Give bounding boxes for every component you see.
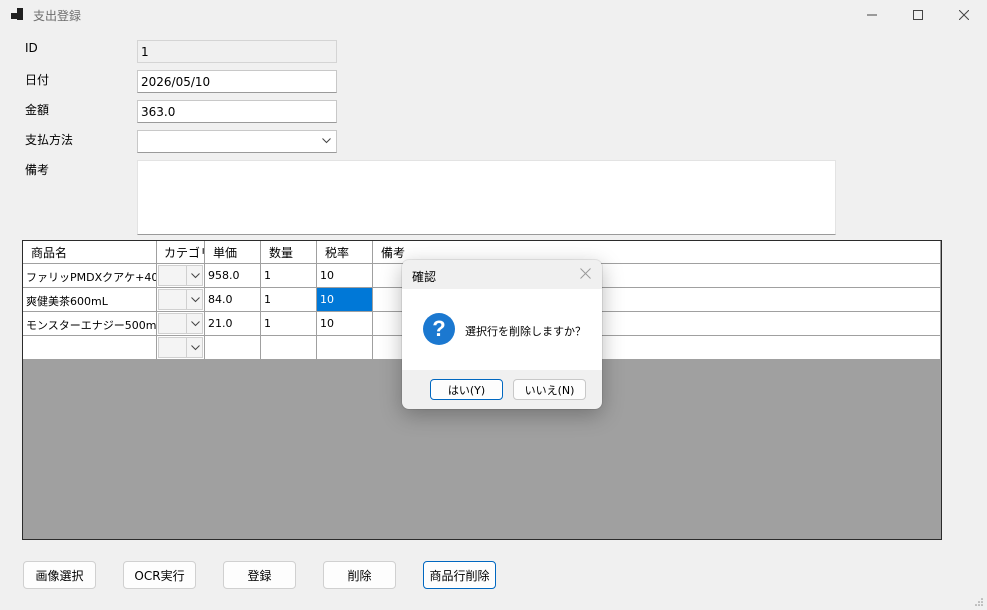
new-row-cell-category[interactable] xyxy=(157,336,205,360)
cell-price[interactable]: 958.0 xyxy=(205,264,261,288)
cell-price[interactable]: 21.0 xyxy=(205,312,261,336)
select-image-button[interactable]: 画像選択 xyxy=(23,561,96,589)
new-row-cell-tax[interactable] xyxy=(317,336,373,360)
dialog-title: 確認 xyxy=(412,270,437,284)
cell-qty[interactable]: 1 xyxy=(261,264,317,288)
chevron-down-icon xyxy=(191,297,200,303)
cell-name[interactable]: ファリッPMDXクアケ+40錠1 xyxy=(23,264,157,288)
run-ocr-button[interactable]: OCR実行 xyxy=(123,561,196,589)
new-row-cell-price[interactable] xyxy=(205,336,261,360)
dialog-no-button[interactable]: いいえ(N) xyxy=(513,379,586,400)
id-field[interactable]: 1 xyxy=(137,40,337,63)
payment-method-select[interactable] xyxy=(137,130,337,153)
cell-qty[interactable]: 1 xyxy=(261,312,317,336)
cell-qty[interactable]: 1 xyxy=(261,288,317,312)
cell-tax[interactable]: 10 xyxy=(317,264,373,288)
dialog-close-icon[interactable] xyxy=(580,268,591,279)
amount-field[interactable]: 363.0 xyxy=(137,100,337,123)
amount-label: 金額 xyxy=(25,103,50,117)
category-select[interactable] xyxy=(158,337,203,358)
window-title: 支出登録 xyxy=(33,9,82,23)
maximize-icon xyxy=(913,10,923,20)
cell-price[interactable]: 84.0 xyxy=(205,288,261,312)
chevron-down-icon xyxy=(191,273,200,279)
date-label: 日付 xyxy=(25,73,50,87)
payment-method-label: 支払方法 xyxy=(25,133,74,147)
column-header-tax[interactable]: 税率 xyxy=(317,241,373,264)
column-header-qty[interactable]: 数量 xyxy=(261,241,317,264)
column-header-name[interactable]: 商品名 xyxy=(23,241,157,264)
delete-item-row-button[interactable]: 商品行削除 xyxy=(423,561,496,589)
cell-category[interactable] xyxy=(157,312,205,336)
category-select[interactable] xyxy=(158,265,203,286)
column-header-category[interactable]: カテゴリ xyxy=(157,241,205,264)
minimize-icon xyxy=(867,14,877,16)
title-bar: 支出登録 xyxy=(0,0,987,30)
note-textarea[interactable] xyxy=(137,160,836,235)
cell-name[interactable]: モンスターエナジー500mL xyxy=(23,312,157,336)
resize-grip-icon[interactable] xyxy=(974,597,984,607)
chevron-down-icon xyxy=(322,138,331,144)
cell-name[interactable]: 爽健美茶600mL xyxy=(23,288,157,312)
dialog-message: 選択行を削除しますか？ xyxy=(465,325,586,338)
minimize-button[interactable] xyxy=(849,0,895,30)
new-row-cell-qty[interactable] xyxy=(261,336,317,360)
cell-tax-selected[interactable]: 10 xyxy=(317,288,373,312)
date-field[interactable]: 2026/05/10 xyxy=(137,70,337,93)
app-icon xyxy=(11,8,25,22)
chevron-down-icon xyxy=(191,345,200,351)
category-select[interactable] xyxy=(158,289,203,310)
cell-category[interactable] xyxy=(157,288,205,312)
register-button[interactable]: 登録 xyxy=(223,561,296,589)
maximize-button[interactable] xyxy=(895,0,941,30)
id-label: ID xyxy=(25,41,38,55)
column-header-price[interactable]: 単価 xyxy=(205,241,261,264)
note-label: 備考 xyxy=(25,163,50,177)
delete-button[interactable]: 削除 xyxy=(323,561,396,589)
close-button[interactable] xyxy=(941,0,987,30)
chevron-down-icon xyxy=(191,321,200,327)
new-row-cell-name[interactable] xyxy=(23,336,157,360)
cell-tax[interactable]: 10 xyxy=(317,312,373,336)
category-select[interactable] xyxy=(158,313,203,334)
close-icon xyxy=(959,10,969,20)
cell-category[interactable] xyxy=(157,264,205,288)
question-icon: ? xyxy=(423,313,455,345)
dialog-yes-button[interactable]: はい(Y) xyxy=(430,379,503,400)
